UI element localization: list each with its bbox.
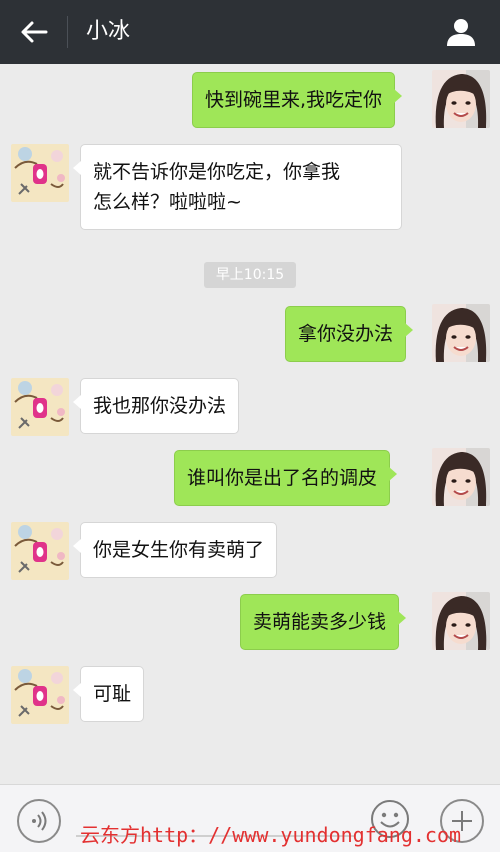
message-text: 卖萌能卖多少钱 <box>253 611 387 633</box>
my-avatar[interactable] <box>432 304 490 362</box>
message-bubble-mine[interactable]: 拿你没办法 <box>285 306 414 362</box>
my-avatar[interactable] <box>432 70 490 128</box>
timestamp: 早上10:15 <box>204 262 296 288</box>
message-bubble-contact[interactable]: 我也那你没办法 <box>72 378 240 434</box>
message-text: 谁叫你是出了名的调皮 <box>187 467 378 489</box>
watermark: 云东方http：//www.yundongfang.com <box>80 823 462 847</box>
title-bar: 小冰 <box>0 0 500 64</box>
message-bubble-mine[interactable]: 谁叫你是出了名的调皮 <box>174 450 398 506</box>
contact-avatar[interactable] <box>11 522 69 580</box>
message-bubble-contact[interactable]: 可耻 <box>72 666 145 722</box>
profile-button[interactable] <box>442 14 480 50</box>
message-text: 拿你没办法 <box>298 323 394 345</box>
message-text: 快到碗里来,我吃定你 <box>205 89 383 111</box>
message-bubble-mine[interactable]: 卖萌能卖多少钱 <box>240 594 407 650</box>
message-text: 你是女生你有卖萌了 <box>93 539 265 561</box>
voice-button[interactable] <box>17 799 61 843</box>
message-text: 我也那你没办法 <box>93 395 227 417</box>
contact-avatar[interactable] <box>11 144 69 202</box>
message-bubble-mine[interactable]: 快到碗里来,我吃定你 <box>192 72 403 128</box>
person-icon <box>447 19 475 46</box>
title-divider <box>67 16 68 48</box>
chat-area[interactable]: 快到碗里来,我吃定你 就不告诉你是你吃定，你拿我 怎么样？啦啦啦~ 早上10:1… <box>0 64 500 784</box>
message-line: 就不告诉你是你吃定，你拿我 <box>93 161 341 183</box>
message-bubble-contact[interactable]: 你是女生你有卖萌了 <box>72 522 278 578</box>
my-avatar[interactable] <box>432 592 490 650</box>
back-button[interactable] <box>16 16 52 48</box>
contact-avatar[interactable] <box>11 378 69 436</box>
message-bubble-contact[interactable]: 就不告诉你是你吃定，你拿我 怎么样？啦啦啦~ <box>73 144 402 230</box>
message-line: 怎么样？啦啦啦~ <box>93 191 242 213</box>
arrow-left-icon <box>21 21 48 43</box>
voice-icon <box>32 811 47 831</box>
my-avatar[interactable] <box>432 448 490 506</box>
chat-title: 小冰 <box>86 19 131 44</box>
contact-avatar[interactable] <box>11 666 69 724</box>
message-text: 可耻 <box>93 683 132 705</box>
